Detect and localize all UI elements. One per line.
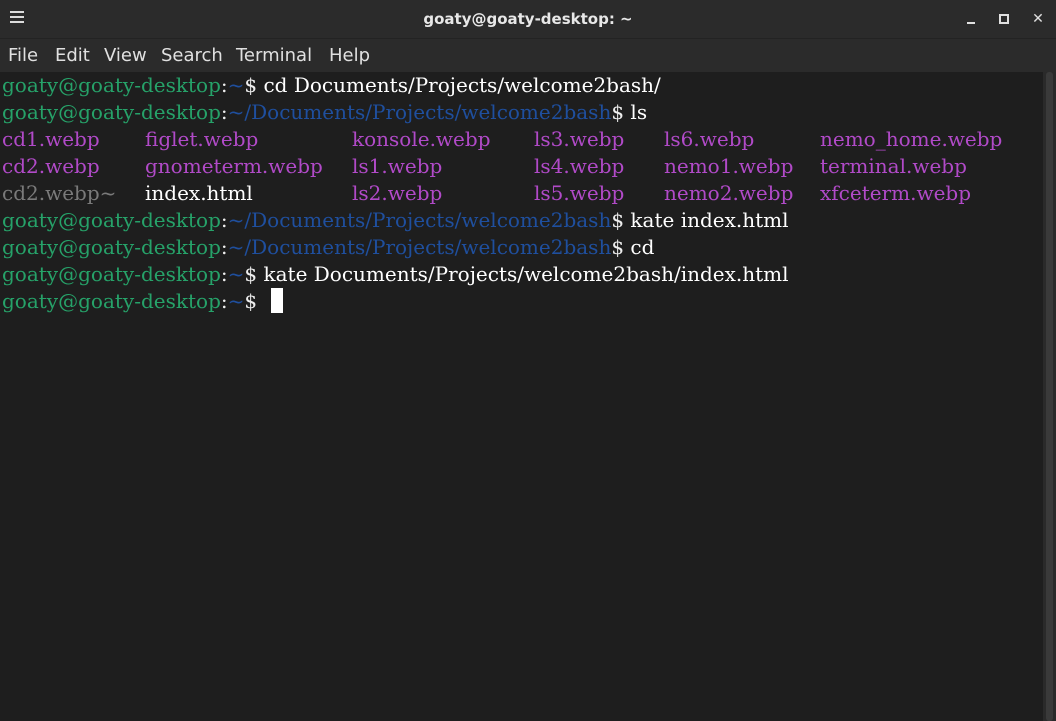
terminal-line: goaty@goaty-desktop:~$ cd Documents/Proj…: [2, 72, 661, 99]
ls-file-entry: index.html: [145, 181, 253, 205]
prompt-user: goaty@goaty-desktop: [2, 235, 221, 259]
ls-file-entry: nemo_home.webp: [820, 127, 1003, 151]
prompt-path: ~: [227, 262, 245, 286]
minimize-icon: [967, 22, 975, 24]
command-text: kate Documents/Projects/welcome2bash/ind…: [263, 262, 789, 286]
prompt-colon: :: [220, 100, 228, 124]
ls-file-entry: ls2.webp: [352, 181, 443, 205]
command-text: kate index.html: [630, 208, 789, 232]
command-text: cd Documents/Projects/welcome2bash/: [263, 73, 661, 97]
prompt-user: goaty@goaty-desktop: [2, 73, 221, 97]
terminal-output[interactable]: goaty@goaty-desktop:~$ cd Documents/Proj…: [0, 72, 1043, 721]
prompt-dollar: $: [611, 100, 631, 124]
scrollbar[interactable]: [1043, 72, 1056, 721]
prompt-path: ~: [227, 73, 245, 97]
ls-file-entry: konsole.webp: [352, 127, 491, 151]
maximize-button[interactable]: [995, 10, 1013, 28]
menu-terminal[interactable]: Terminal: [236, 45, 312, 67]
prompt-user: goaty@goaty-desktop: [2, 289, 221, 313]
close-button[interactable]: ✕: [1029, 10, 1047, 28]
ls-file-entry: nemo2.webp: [664, 181, 794, 205]
prompt-colon: :: [220, 73, 228, 97]
prompt-path: ~/Documents/Projects/welcome2bash: [227, 235, 612, 259]
ls-file-entry: ls6.webp: [664, 127, 755, 151]
title-bar[interactable]: goaty@goaty-desktop: ~ ✕: [0, 0, 1056, 38]
menu-bar: File Edit View Search Terminal Help: [0, 38, 1056, 73]
text-cursor: [271, 288, 284, 313]
prompt-path: ~/Documents/Projects/welcome2bash: [227, 208, 612, 232]
terminal-line: goaty@goaty-desktop:~/Documents/Projects…: [2, 207, 789, 234]
menu-edit[interactable]: Edit: [55, 45, 90, 67]
menu-help[interactable]: Help: [329, 45, 370, 67]
terminal-line: goaty@goaty-desktop:~$ kate Documents/Pr…: [2, 261, 789, 288]
prompt-path: ~/Documents/Projects/welcome2bash: [227, 100, 612, 124]
menu-view[interactable]: View: [104, 45, 147, 67]
scrollbar-thumb[interactable]: [1046, 72, 1053, 721]
terminal-line: goaty@goaty-desktop:~/Documents/Projects…: [2, 99, 647, 126]
prompt-user: goaty@goaty-desktop: [2, 100, 221, 124]
prompt-dollar: $: [244, 262, 264, 286]
prompt-colon: :: [220, 235, 228, 259]
terminal-line: goaty@goaty-desktop:~/Documents/Projects…: [2, 234, 654, 261]
ls-file-entry: nemo1.webp: [664, 154, 794, 178]
prompt-dollar: $: [244, 289, 258, 313]
ls-file-entry: figlet.webp: [145, 127, 259, 151]
command-text: ls: [630, 100, 648, 124]
prompt-path: ~: [227, 289, 245, 313]
command-text: cd: [630, 235, 655, 259]
window-title: goaty@goaty-desktop: ~: [423, 10, 633, 28]
prompt-colon: :: [220, 262, 228, 286]
minimize-button[interactable]: [962, 10, 980, 28]
prompt-user: goaty@goaty-desktop: [2, 262, 221, 286]
prompt-dollar: $: [244, 73, 264, 97]
ls-file-entry: ls4.webp: [534, 154, 625, 178]
ls-file-entry: cd1.webp: [2, 127, 100, 151]
terminal-window: goaty@goaty-desktop: ~ ✕ File Edit View …: [0, 0, 1056, 721]
ls-file-entry: xfceterm.webp: [820, 181, 972, 205]
maximize-icon: [999, 14, 1009, 24]
menu-search[interactable]: Search: [161, 45, 223, 67]
prompt-dollar: $: [611, 208, 631, 232]
ls-file-entry: ls1.webp: [352, 154, 443, 178]
ls-file-entry: ls3.webp: [534, 127, 625, 151]
close-icon: ✕: [1032, 11, 1044, 27]
prompt-dollar: $: [611, 235, 631, 259]
menu-file[interactable]: File: [8, 45, 38, 67]
ls-file-entry: cd2.webp~: [2, 181, 117, 205]
ls-file-entry: terminal.webp: [820, 154, 967, 178]
ls-file-entry: ls5.webp: [534, 181, 625, 205]
ls-file-entry: cd2.webp: [2, 154, 100, 178]
prompt-user: goaty@goaty-desktop: [2, 208, 221, 232]
terminal-line-active[interactable]: goaty@goaty-desktop:~$: [2, 288, 284, 315]
prompt-colon: :: [220, 208, 228, 232]
ls-file-entry: gnometerm.webp: [145, 154, 323, 178]
prompt-colon: :: [220, 289, 228, 313]
